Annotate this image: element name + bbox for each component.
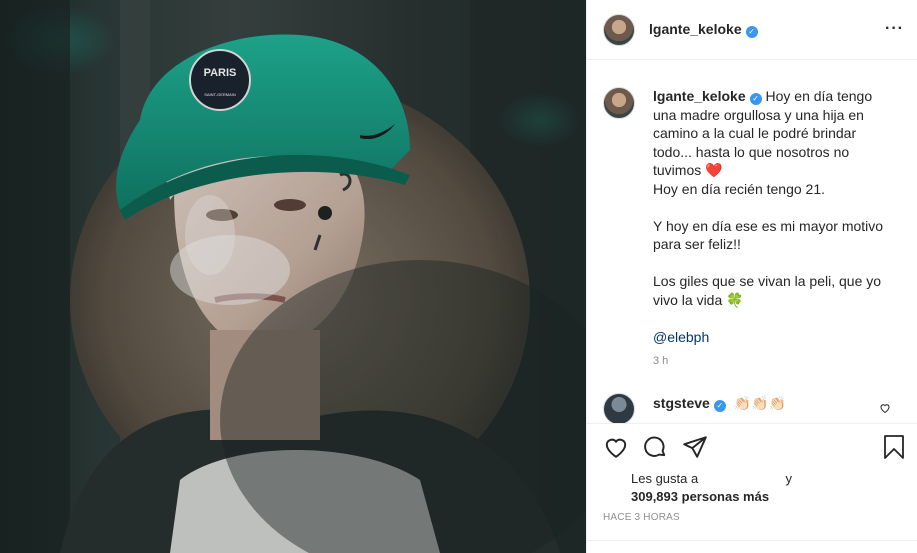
commenter-username[interactable]: stgsteve <box>653 395 710 411</box>
likes-prefix: Les gusta a <box>631 471 699 486</box>
comment-icon[interactable] <box>642 434 668 460</box>
commenter-avatar[interactable] <box>603 393 635 423</box>
mention-link[interactable]: @elebph <box>653 329 709 345</box>
share-icon[interactable] <box>682 434 708 460</box>
heart-icon[interactable] <box>603 434 629 460</box>
caption-line-4: Los giles que se vivan la peli, que yo v… <box>653 273 882 308</box>
comment-like-heart-icon[interactable] <box>879 402 891 414</box>
likes-line-2: 309,893 personas más <box>631 488 792 506</box>
more-options-icon[interactable]: ··· <box>885 20 904 38</box>
action-bar <box>587 423 917 473</box>
post-photo[interactable]: PARIS SAINT-GERMAIN <box>0 0 586 553</box>
caption-time[interactable]: 3 h <box>653 355 668 367</box>
post-timestamp[interactable]: HACE 3 HORAS <box>603 512 680 523</box>
caption-username[interactable]: lgante_keloke <box>653 88 746 104</box>
caption-avatar[interactable] <box>603 87 635 119</box>
verified-badge-icon: ✓ <box>749 93 762 105</box>
comment-line: stgsteve ✓ 👏🏻👏🏻👏🏻 <box>653 395 786 412</box>
post-header: lgante_keloke ✓ ··· <box>587 0 917 60</box>
add-comment-section[interactable] <box>587 540 917 553</box>
caption-line-3: Y hoy en día ese es mi mayor motivo para… <box>653 217 884 253</box>
clover-emoji: 🍀 <box>726 291 744 308</box>
bookmark-icon[interactable] <box>882 434 906 460</box>
author-name-row: lgante_keloke ✓ <box>649 21 758 39</box>
author-avatar[interactable] <box>603 14 635 46</box>
verified-badge-icon: ✓ <box>713 400 726 412</box>
photo-illustration: PARIS SAINT-GERMAIN <box>0 0 586 553</box>
author-username[interactable]: lgante_keloke <box>649 21 742 37</box>
likes-line-1: Les gusta a y <box>631 470 792 488</box>
likes-conjunction: y <box>785 471 792 486</box>
post-side-panel: lgante_keloke ✓ ··· lgante_keloke ✓ Hoy en… <box>586 0 917 553</box>
comment-item: stgsteve ✓ 👏🏻👏🏻👏🏻 <box>603 393 903 423</box>
heart-emoji: ❤️ <box>705 162 723 178</box>
likes-summary[interactable]: Les gusta a y 309,893 personas más <box>631 470 792 506</box>
likes-suffix[interactable]: personas más <box>682 489 769 504</box>
likes-count[interactable]: 309,893 <box>631 489 678 504</box>
caption-body: lgante_keloke ✓ Hoy en día tengo una madr… <box>653 87 898 346</box>
verified-badge-icon: ✓ <box>745 26 758 38</box>
comment-emojis: 👏🏻👏🏻👏🏻 <box>733 395 786 411</box>
caption-line-2: Hoy en día recién tengo 21. <box>653 180 826 197</box>
